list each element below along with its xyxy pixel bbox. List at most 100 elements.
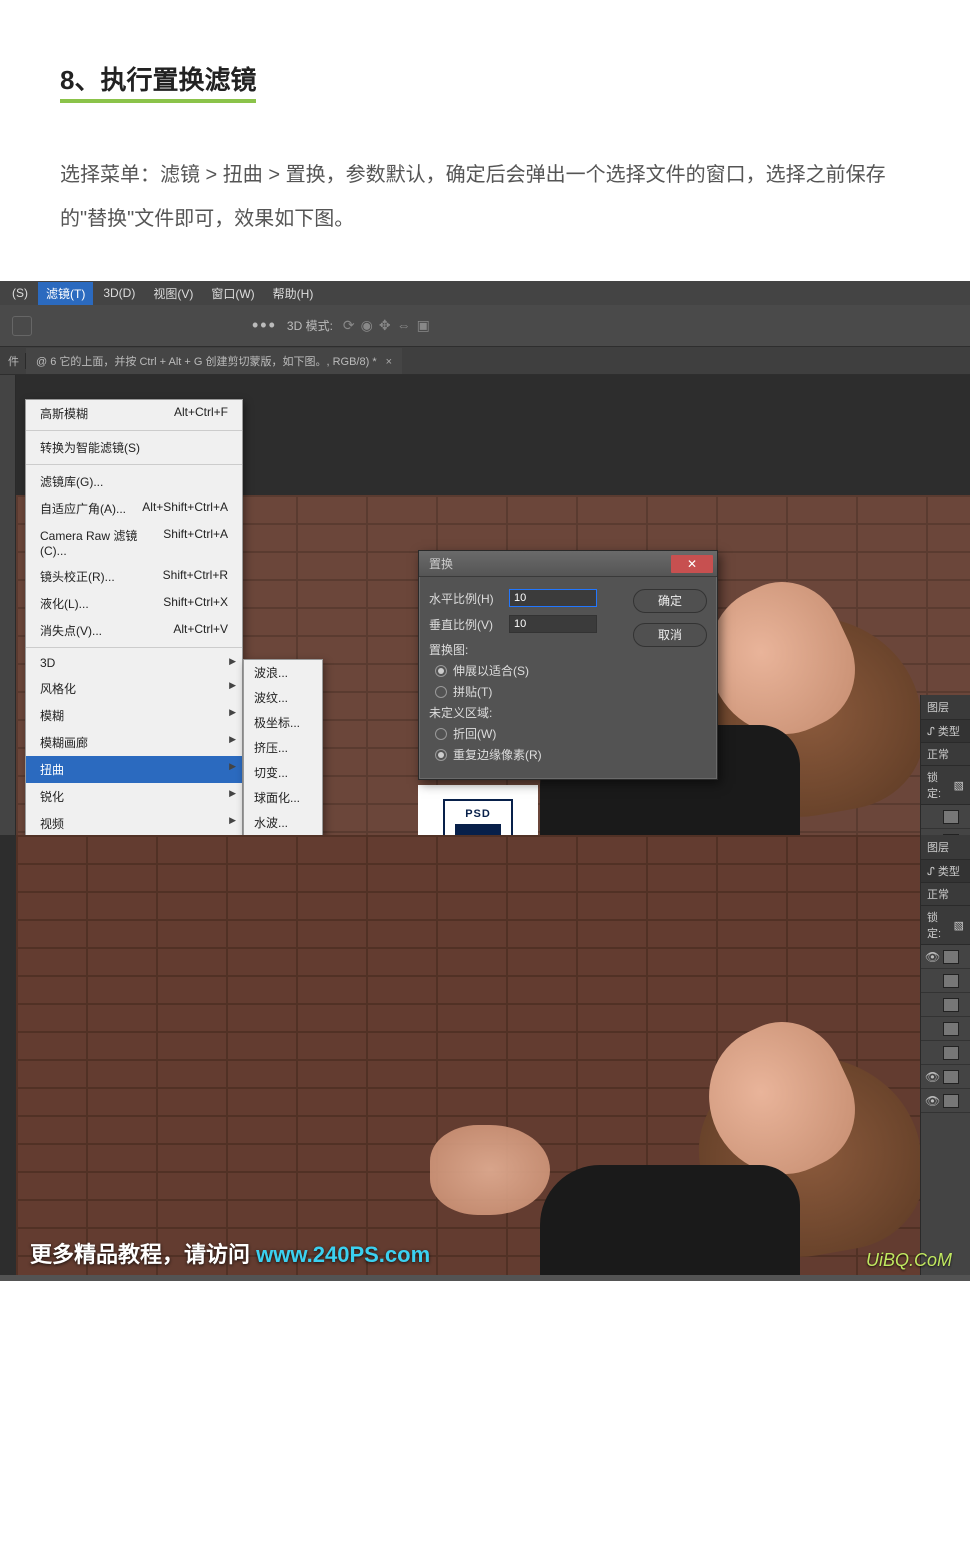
layer-row[interactable] bbox=[921, 969, 970, 993]
menu-item-convert-smart[interactable]: 转换为智能滤镜(S) bbox=[26, 434, 242, 461]
radio-icon[interactable] bbox=[435, 686, 447, 698]
lock-icon[interactable]: ▧ bbox=[954, 779, 964, 792]
submenu-zigzag[interactable]: 水波... bbox=[244, 810, 322, 835]
visibility-icon[interactable]: 👁 bbox=[925, 1070, 939, 1084]
layer-thumb bbox=[943, 1022, 959, 1036]
distort-submenu[interactable]: 波浪... 波纹... 极坐标... 挤压... 切变... 球面化... 水波… bbox=[243, 659, 323, 835]
ok-button[interactable]: 确定 bbox=[633, 589, 707, 613]
visibility-icon[interactable] bbox=[925, 998, 939, 1012]
layer-row[interactable]: 👁 bbox=[921, 1089, 970, 1113]
dialog-titlebar[interactable]: 置换 ✕ bbox=[419, 551, 717, 577]
layers-lock-row[interactable]: 锁定:▧ bbox=[921, 906, 970, 945]
document-tab-label: @ 6 它的上面，并按 Ctrl + Alt + G 创建剪切蒙版，如下图。, … bbox=[36, 356, 377, 368]
visibility-icon[interactable]: 👁 bbox=[925, 950, 939, 964]
orbit-icon[interactable]: ⟳ bbox=[343, 317, 355, 334]
layer-row[interactable] bbox=[921, 1041, 970, 1065]
radio-icon[interactable] bbox=[435, 728, 447, 740]
layer-thumb bbox=[943, 810, 959, 824]
submenu-wave[interactable]: 波浪... bbox=[244, 660, 322, 685]
layers-tab[interactable]: 图层 bbox=[921, 695, 970, 720]
menu-item-liquify[interactable]: 液化(L)...Shift+Ctrl+X bbox=[26, 590, 242, 617]
cancel-button[interactable]: 取消 bbox=[633, 623, 707, 647]
visibility-icon[interactable] bbox=[925, 1022, 939, 1036]
submenu-ripple[interactable]: 波纹... bbox=[244, 685, 322, 710]
layers-lock-row[interactable]: 锁定:▧ bbox=[921, 766, 970, 805]
tool-preset-icon[interactable] bbox=[12, 316, 32, 336]
dialog-close-button[interactable]: ✕ bbox=[671, 555, 713, 573]
filter-dropdown[interactable]: 高斯模糊 Alt+Ctrl+F 转换为智能滤镜(S) 滤镜库(G)... 自适应… bbox=[25, 399, 243, 835]
menu-help[interactable]: 帮助(H) bbox=[265, 282, 322, 305]
menu-item-blur[interactable]: 模糊 bbox=[26, 702, 242, 729]
menu-item-sharpen[interactable]: 锐化 bbox=[26, 783, 242, 810]
menu-item-label: 滤镜库(G)... bbox=[40, 473, 103, 490]
layer-row[interactable] bbox=[921, 993, 970, 1017]
roll-icon[interactable]: ◉ bbox=[361, 317, 373, 334]
layers-panel[interactable]: 图层 ᔑ 类型 正常 锁定:▧ 👁 bbox=[920, 695, 970, 835]
menu-window[interactable]: 窗口(W) bbox=[203, 282, 262, 305]
options-bar: ••• 3D 模式: ⟳ ◉ ✥ ⇔ ▣ bbox=[0, 305, 970, 347]
menu-3d[interactable]: 3D(D) bbox=[95, 283, 143, 303]
radio-tile[interactable]: 拼贴(T) bbox=[429, 683, 623, 700]
radio-repeat-edge[interactable]: 重复边缘像素(R) bbox=[429, 746, 623, 763]
radio-wrap[interactable]: 折回(W) bbox=[429, 725, 623, 742]
blend-mode-dropdown[interactable]: 正常 bbox=[921, 743, 970, 766]
pan-icon[interactable]: ✥ bbox=[379, 317, 391, 334]
h-scale-label: 水平比例(H) bbox=[429, 590, 501, 607]
menu-item-filter-gallery[interactable]: 滤镜库(G)... bbox=[26, 468, 242, 495]
footer: 更多精品教程，请访问 www.240PS.com UiBQ.CoM bbox=[0, 1225, 970, 1281]
h-scale-input[interactable] bbox=[509, 589, 597, 607]
displacement-map-label: 置换图: bbox=[429, 641, 623, 658]
layer-row[interactable]: 👁 bbox=[921, 1065, 970, 1089]
document-tab[interactable]: @ 6 它的上面，并按 Ctrl + Alt + G 创建剪切蒙版，如下图。, … bbox=[26, 348, 402, 374]
radio-icon[interactable] bbox=[435, 665, 447, 677]
footer-link[interactable]: www.240PS.com bbox=[256, 1242, 430, 1267]
blend-mode-dropdown[interactable]: 正常 bbox=[921, 883, 970, 906]
menu-item-3d-sub[interactable]: 3D bbox=[26, 651, 242, 675]
menu-item-label: 模糊 bbox=[40, 707, 64, 724]
menu-item-stylize[interactable]: 风格化 bbox=[26, 675, 242, 702]
layers-search[interactable]: ᔑ 类型 bbox=[921, 860, 970, 883]
visibility-icon[interactable]: 👁 bbox=[925, 1094, 939, 1108]
v-scale-input[interactable] bbox=[509, 615, 597, 633]
visibility-icon[interactable] bbox=[925, 1046, 939, 1060]
mode-3d-icons[interactable]: ⟳ ◉ ✥ ⇔ ▣ bbox=[343, 317, 430, 334]
menu-filter[interactable]: 滤镜(T) bbox=[38, 282, 93, 305]
radio-stretch-fit[interactable]: 伸展以适合(S) bbox=[429, 662, 623, 679]
radio-icon[interactable] bbox=[435, 749, 447, 761]
menu-item-video[interactable]: 视频 bbox=[26, 810, 242, 835]
menu-item-shortcut: Alt+Ctrl+F bbox=[174, 405, 228, 422]
footer-text: 更多精品教程，请访问 bbox=[30, 1242, 256, 1267]
layers-search[interactable]: ᔑ 类型 bbox=[921, 720, 970, 743]
watermark: UiBQ.CoM bbox=[866, 1250, 952, 1271]
menu-item-lens-correct[interactable]: 镜头校正(R)...Shift+Ctrl+R bbox=[26, 563, 242, 590]
menu-item-camera-raw[interactable]: Camera Raw 滤镜(C)...Shift+Ctrl+A bbox=[26, 522, 242, 563]
menu-item-blur-gallery[interactable]: 模糊画廊 bbox=[26, 729, 242, 756]
radio-label: 伸展以适合(S) bbox=[453, 662, 529, 679]
menu-select[interactable]: (S) bbox=[4, 283, 36, 303]
menu-item-adaptive-wide[interactable]: 自适应广角(A)...Alt+Shift+Ctrl+A bbox=[26, 495, 242, 522]
menu-item-vanishing-point[interactable]: 消失点(V)...Alt+Ctrl+V bbox=[26, 617, 242, 644]
camera-icon[interactable]: ▣ bbox=[417, 317, 430, 334]
menu-item-last-filter[interactable]: 高斯模糊 Alt+Ctrl+F bbox=[26, 400, 242, 427]
menu-view[interactable]: 视图(V) bbox=[145, 282, 201, 305]
layer-row[interactable]: 👁 bbox=[921, 945, 970, 969]
layer-row[interactable] bbox=[921, 1017, 970, 1041]
visibility-icon[interactable] bbox=[925, 810, 939, 824]
close-icon[interactable]: × bbox=[386, 356, 392, 368]
submenu-spherize[interactable]: 球面化... bbox=[244, 785, 322, 810]
visibility-icon[interactable] bbox=[925, 974, 939, 988]
more-options-icon[interactable]: ••• bbox=[252, 315, 277, 336]
lock-icon[interactable]: ▧ bbox=[954, 919, 964, 932]
submenu-shear[interactable]: 切变... bbox=[244, 760, 322, 785]
undefined-area-label: 未定义区域: bbox=[429, 704, 623, 721]
psd-file-thumbnail[interactable]: PSD Ps 替换.psd bbox=[418, 785, 538, 835]
menu-item-distort[interactable]: 扭曲 bbox=[26, 756, 242, 783]
layers-tab[interactable]: 图层 bbox=[921, 835, 970, 860]
slide-icon[interactable]: ⇔ bbox=[397, 317, 411, 334]
photoshop-screenshot-after: 图层 ᔑ 类型 正常 锁定:▧ 👁 👁 👁 更多精品教程，请访问 www.240… bbox=[0, 835, 970, 1281]
submenu-polar[interactable]: 极坐标... bbox=[244, 710, 322, 735]
layers-panel[interactable]: 图层 ᔑ 类型 正常 锁定:▧ 👁 👁 👁 bbox=[920, 835, 970, 1275]
submenu-pinch[interactable]: 挤压... bbox=[244, 735, 322, 760]
menu-item-label: 自适应广角(A)... bbox=[40, 500, 126, 517]
layer-row[interactable] bbox=[921, 805, 970, 829]
